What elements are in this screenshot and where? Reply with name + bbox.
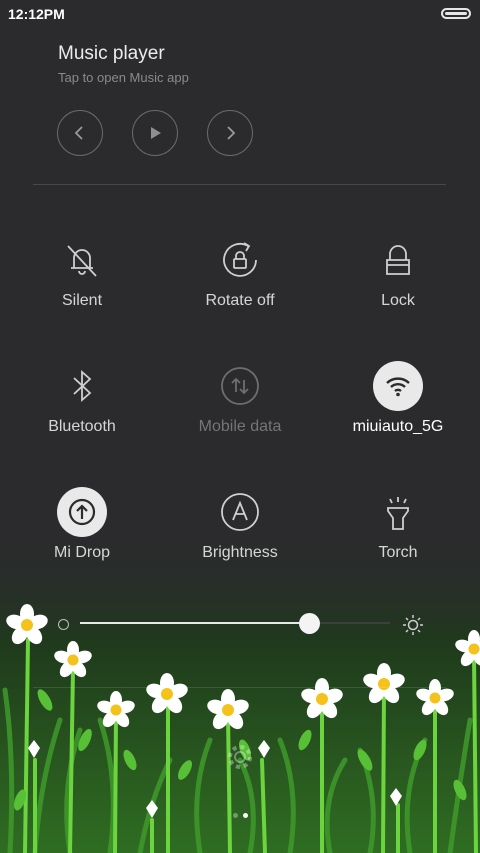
page-indicator-active: [243, 813, 248, 818]
settings-gear-icon[interactable]: [225, 742, 255, 772]
divider: [33, 184, 446, 185]
bell-off-icon: [57, 235, 107, 285]
chevron-right-icon: [227, 126, 236, 140]
toggle-rotate[interactable]: Rotate off: [165, 235, 315, 345]
toggle-lock[interactable]: Lock: [323, 235, 473, 345]
next-track-button[interactable]: [207, 110, 253, 156]
brightness-max-icon: [403, 615, 423, 635]
mi-drop-icon: [57, 487, 107, 537]
bluetooth-icon: [57, 361, 107, 411]
toggle-mobile-data[interactable]: Mobile data: [165, 361, 315, 471]
toggle-silent[interactable]: Silent: [7, 235, 157, 345]
music-player-title[interactable]: Music player: [58, 43, 165, 65]
toggle-torch-label: Torch: [378, 544, 418, 561]
brightness-min-icon: [58, 619, 69, 630]
play-icon: [151, 127, 161, 139]
toggle-rotate-label: Rotate off: [205, 292, 275, 309]
brightness-slider-thumb[interactable]: [299, 613, 320, 634]
toggle-bluetooth-label: Bluetooth: [48, 418, 116, 435]
wifi-icon: [373, 361, 423, 411]
rotate-lock-icon: [215, 235, 265, 285]
toggle-bluetooth[interactable]: Bluetooth: [7, 361, 157, 471]
toggle-torch[interactable]: Torch: [323, 487, 473, 597]
lock-icon: [373, 235, 423, 285]
toggle-mi-drop-label: Mi Drop: [53, 544, 110, 561]
divider: [33, 687, 446, 688]
toggle-brightness[interactable]: Brightness: [165, 487, 315, 597]
toggle-mobile-data-label: Mobile data: [198, 418, 282, 435]
chevron-left-icon: [74, 126, 83, 140]
battery-icon: [441, 8, 471, 19]
status-time: 12:12PM: [8, 6, 65, 22]
toggle-brightness-label: Brightness: [202, 544, 278, 561]
previous-track-button[interactable]: [57, 110, 103, 156]
toggle-wifi-label: miuiauto_5G: [352, 418, 444, 435]
toggle-mi-drop[interactable]: Mi Drop: [7, 487, 157, 597]
toggle-silent-label: Silent: [61, 292, 103, 309]
toggle-lock-label: Lock: [381, 292, 415, 309]
music-player-subtitle[interactable]: Tap to open Music app: [58, 70, 189, 85]
page-indicator: [233, 813, 238, 818]
auto-brightness-icon: [215, 487, 265, 537]
brightness-slider-fill: [80, 622, 309, 624]
toggle-wifi[interactable]: miuiauto_5G: [323, 361, 473, 471]
mobile-data-icon: [215, 361, 265, 411]
play-button[interactable]: [132, 110, 178, 156]
torch-icon: [373, 487, 423, 537]
